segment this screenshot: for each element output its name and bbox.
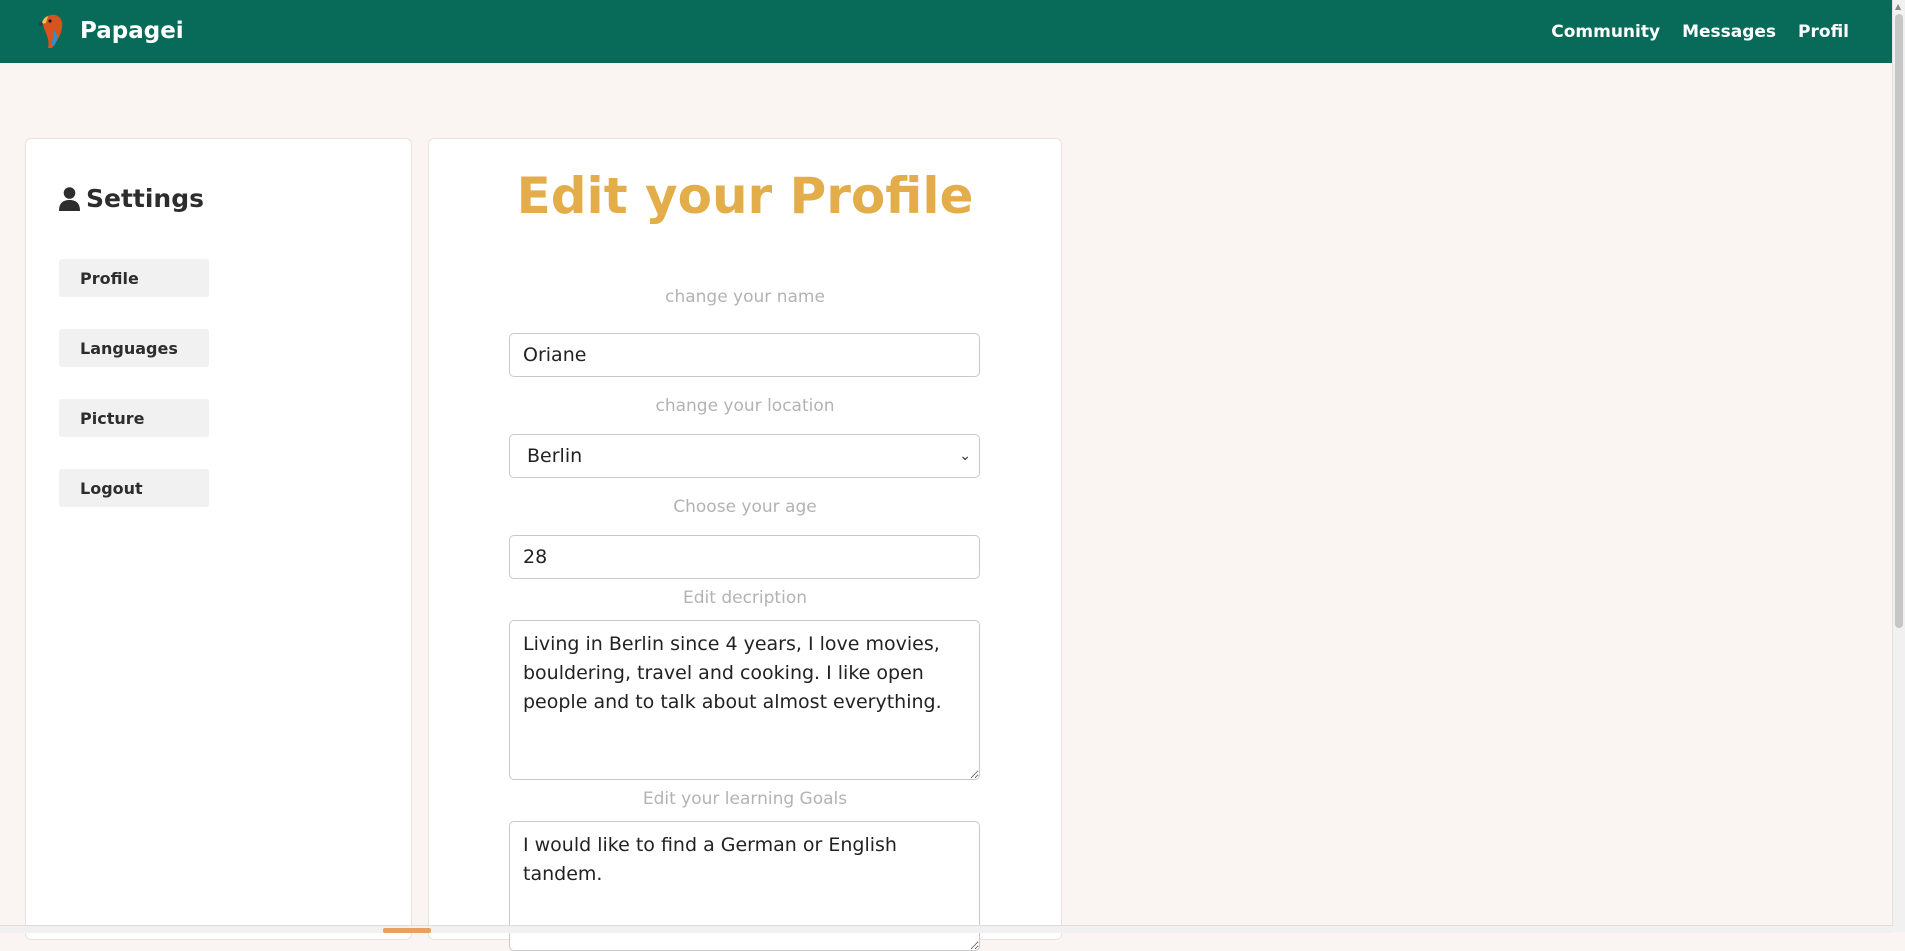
nav-community[interactable]: Community (1551, 22, 1660, 42)
user-icon (59, 186, 80, 211)
sidebar-item-profile[interactable]: Profile (59, 259, 209, 297)
nav-messages[interactable]: Messages (1682, 22, 1776, 42)
age-input[interactable] (509, 535, 980, 579)
name-label: change your name (665, 287, 825, 307)
chevron-down-icon: ⌄ (959, 448, 971, 464)
settings-title: Settings (59, 184, 204, 213)
settings-title-text: Settings (86, 184, 205, 213)
name-input[interactable] (509, 333, 980, 377)
location-label: change your location (655, 396, 835, 416)
sidebar-item-languages[interactable]: Languages (59, 329, 209, 367)
scrollbar-thumb[interactable] (1895, 14, 1903, 628)
brand[interactable]: Papagei (36, 11, 184, 51)
top-navbar: Papagei Community Messages Profil (0, 0, 1893, 63)
edit-profile-card: Edit your Profile change your name chang… (428, 138, 1062, 951)
page-title: Edit your Profile (516, 167, 974, 225)
scroll-up-arrow-icon[interactable]: ▲ (1895, 2, 1901, 11)
location-select[interactable]: Berlin ⌄ (509, 434, 980, 478)
settings-sidebar: Settings Profile Languages Picture Logou… (25, 138, 412, 940)
parrot-icon (38, 14, 63, 48)
learning-goals-label: Edit your learning Goals (642, 789, 848, 809)
sidebar-item-logout[interactable]: Logout (59, 469, 209, 507)
age-label: Choose your age (673, 497, 817, 517)
description-label: Edit decription (683, 588, 807, 608)
location-select-value: Berlin (527, 445, 583, 467)
scroll-indicator (383, 928, 431, 933)
vertical-scrollbar[interactable]: ▲ (1892, 0, 1905, 932)
sidebar-item-picture[interactable]: Picture (59, 399, 209, 437)
description-textarea[interactable]: Living in Berlin since 4 years, I love m… (509, 620, 980, 780)
main-nav: Community Messages Profil (1551, 0, 1849, 63)
brand-name: Papagei (80, 18, 184, 44)
nav-profil[interactable]: Profil (1798, 22, 1849, 42)
